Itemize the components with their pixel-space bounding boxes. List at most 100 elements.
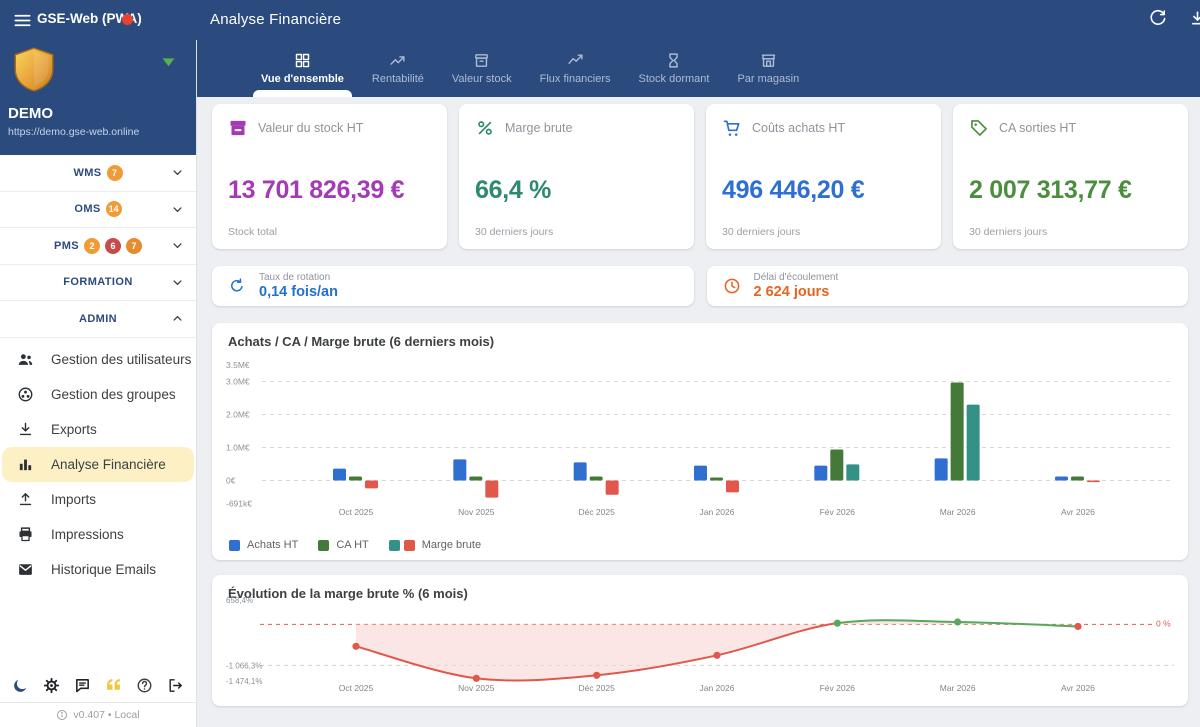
- chevron-down-icon[interactable]: [170, 202, 185, 217]
- import-icon: [17, 491, 34, 508]
- kpi-card-title: Marge brute: [505, 121, 572, 135]
- active-tab-indicator: [253, 90, 352, 97]
- svg-text:Fév 2026: Fév 2026: [820, 507, 856, 517]
- chevron-down-icon[interactable]: [170, 165, 185, 180]
- legend-label: Achats HT: [247, 539, 298, 551]
- sidebar-item-gestion-des-utilisateurs[interactable]: Gestion des utilisateurs: [2, 342, 194, 377]
- svg-text:Mar 2026: Mar 2026: [940, 683, 976, 693]
- sidebar-item-historique-emails[interactable]: Historique Emails: [2, 552, 194, 587]
- bar-chart-card: Achats / CA / Marge brute (6 derniers mo…: [212, 323, 1188, 560]
- gear-icon[interactable]: [43, 677, 60, 694]
- sidebar-item-label: Analyse Financière: [51, 457, 166, 472]
- sidebar-section-wms[interactable]: WMS 7: [0, 155, 196, 192]
- logout-icon[interactable]: [167, 677, 184, 694]
- mini-kpi-row: Taux de rotation0,14 fois/anDélai d'écou…: [212, 266, 1188, 306]
- refresh-icon[interactable]: [1148, 9, 1167, 28]
- sidebar-item-impressions[interactable]: Impressions: [2, 517, 194, 552]
- kpi-card-value: 13 701 826,39 €: [228, 176, 404, 205]
- mini-card-text: Délai d'écoulement2 624 jours: [754, 272, 839, 300]
- tab-par-magasin[interactable]: Par magasin: [723, 40, 813, 97]
- tab-vue-d-ensemble[interactable]: Vue d'ensemble: [247, 40, 358, 97]
- notification-badge: 7: [107, 165, 123, 181]
- notification-badge: 2: [84, 238, 100, 254]
- sidebar-item-gestion-des-groupes[interactable]: Gestion des groupes: [2, 377, 194, 412]
- bar-chart-title: Achats / CA / Marge brute (6 derniers mo…: [212, 323, 1188, 349]
- tab-stock-dormant[interactable]: Stock dormant: [625, 40, 724, 97]
- svg-text:0 %: 0 %: [1156, 618, 1171, 628]
- sidebar-item-exports[interactable]: Exports: [2, 412, 194, 447]
- download-icon[interactable]: [1188, 9, 1200, 28]
- export-icon: [17, 421, 34, 438]
- printer-icon: [17, 526, 34, 543]
- line-chart-card: Évolution de la marge brute % (6 mois) 0…: [212, 575, 1188, 706]
- sidebar-section-oms[interactable]: OMS14: [0, 192, 196, 229]
- topbar-actions: [1148, 9, 1200, 28]
- svg-text:2.0M€: 2.0M€: [226, 410, 250, 420]
- svg-text:Oct 2025: Oct 2025: [339, 683, 374, 693]
- store-icon: [760, 52, 777, 69]
- legend-label: Marge brute: [422, 539, 481, 551]
- kpi-card-ca-sorties-ht: CA sorties HT2 007 313,77 €30 derniers j…: [953, 104, 1188, 249]
- sidebar-item-label: Gestion des utilisateurs: [51, 352, 191, 367]
- sidebar-footer: v0.407 • Local: [0, 702, 196, 727]
- clock-icon: [723, 277, 741, 295]
- mini-card-d-lai-d-coulement: Délai d'écoulement2 624 jours: [707, 266, 1189, 306]
- kpi-row: Valeur du stock HT13 701 826,39 €Stock t…: [212, 104, 1188, 249]
- svg-text:0€: 0€: [226, 476, 236, 486]
- chat-icon[interactable]: [74, 677, 91, 694]
- sidebar-section-formation[interactable]: FORMATION: [0, 265, 196, 302]
- main-content: Valeur du stock HT13 701 826,39 €Stock t…: [197, 97, 1200, 727]
- tab-valeur-stock[interactable]: Valeur stock: [438, 40, 526, 97]
- legend-swatch-positive: [389, 540, 400, 551]
- svg-text:Déc 2025: Déc 2025: [578, 683, 615, 693]
- environment-name: DEMO: [8, 105, 53, 122]
- kpi-card-footer: 30 derniers jours: [969, 226, 1047, 238]
- tab-flux-financiers[interactable]: Flux financiers: [526, 40, 625, 97]
- hourglass-icon: [665, 52, 682, 69]
- status-dot: [122, 14, 133, 25]
- mini-card-label: Taux de rotation: [259, 272, 338, 283]
- sidebar-item-imports[interactable]: Imports: [2, 482, 194, 517]
- chevron-down-icon[interactable]: [170, 275, 185, 290]
- legend-swatch: [229, 540, 240, 551]
- hamburger-menu-icon[interactable]: [13, 11, 32, 30]
- kpi-card-value: 496 446,20 €: [722, 176, 864, 205]
- svg-text:Jan 2026: Jan 2026: [699, 683, 734, 693]
- archive-icon: [228, 118, 248, 138]
- rotation-icon: [228, 277, 246, 295]
- svg-text:Oct 2025: Oct 2025: [339, 507, 374, 517]
- kpi-card-valeur-du-stock-ht: Valeur du stock HT13 701 826,39 €Stock t…: [212, 104, 447, 249]
- bar-chart-canvas: 3.5M€3.0M€2.0M€1.0M€0€-691k€Oct 2025Nov …: [226, 357, 1174, 521]
- chevron-up-icon[interactable]: [170, 311, 185, 326]
- svg-text:-691k€: -691k€: [226, 498, 252, 508]
- feedback-icon[interactable]: [105, 677, 122, 694]
- svg-text:Avr 2026: Avr 2026: [1061, 507, 1095, 517]
- moon-icon[interactable]: [12, 677, 29, 694]
- tab-rentabilit-[interactable]: Rentabilité: [358, 40, 438, 97]
- sidebar: DEMO https://demo.gse-web.online WMS 7 OMS…: [0, 0, 197, 727]
- kpi-card-footer: 30 derniers jours: [722, 226, 800, 238]
- trend-icon: [389, 52, 406, 69]
- legend-swatch-negative: [404, 540, 415, 551]
- section-label: OMS: [74, 203, 100, 215]
- svg-text:-1 066,3%: -1 066,3%: [226, 661, 262, 670]
- environment-url[interactable]: https://demo.gse-web.online: [8, 126, 139, 138]
- svg-text:1.0M€: 1.0M€: [226, 443, 250, 453]
- sidebar-item-label: Exports: [51, 422, 97, 437]
- sidebar-item-analyse-financi-re[interactable]: Analyse Financière: [2, 447, 194, 482]
- kpi-card-co-ts-achats-ht: Coûts achats HT496 446,20 €30 derniers j…: [706, 104, 941, 249]
- sidebar-section-pms[interactable]: PMS267: [0, 228, 196, 265]
- sidebar-bottom-icons: [0, 677, 196, 694]
- kpi-card-footer: Stock total: [228, 226, 277, 238]
- chevron-down-icon[interactable]: [170, 238, 185, 253]
- sidebar-section-admin[interactable]: ADMIN: [0, 301, 196, 338]
- sidebar-item-label: Historique Emails: [51, 562, 156, 577]
- svg-text:658,4%: 658,4%: [226, 596, 253, 605]
- tab-label: Rentabilité: [372, 73, 424, 85]
- help-icon[interactable]: [136, 677, 153, 694]
- mini-card-label: Délai d'écoulement: [754, 272, 839, 283]
- svg-text:Fév 2026: Fév 2026: [820, 683, 856, 693]
- section-label: WMS: [73, 167, 101, 179]
- section-label: FORMATION: [63, 276, 132, 288]
- kpi-card-header: Marge brute: [475, 118, 678, 138]
